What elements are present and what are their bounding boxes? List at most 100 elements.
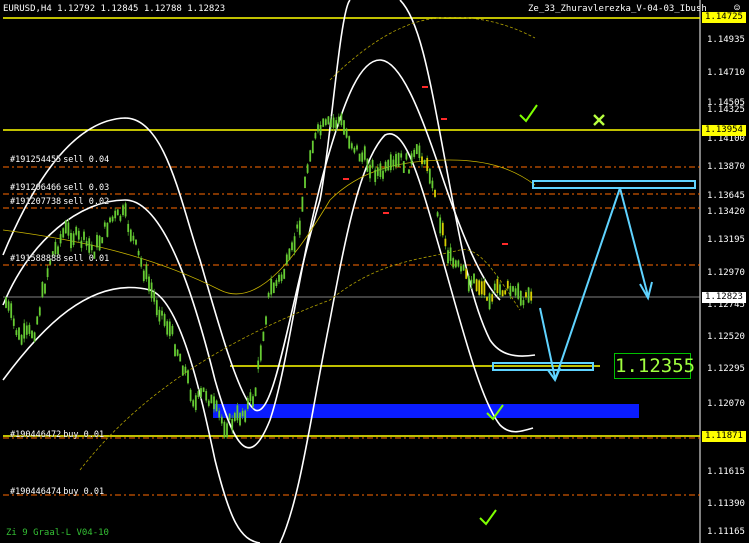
footer-label: Zi 9 Graal-L V04-10 <box>6 528 109 538</box>
candle-body <box>59 234 62 244</box>
candle-body <box>77 230 80 240</box>
candle-body <box>36 316 39 325</box>
price-plot[interactable] <box>0 0 749 543</box>
candle-body <box>181 365 184 376</box>
candle-body <box>210 394 213 404</box>
candle-body <box>275 280 278 287</box>
candle-body <box>70 232 72 249</box>
candle-body <box>184 366 187 373</box>
candle-body <box>465 268 468 279</box>
candle-body <box>415 144 418 155</box>
candle-body <box>283 268 286 279</box>
candle-body <box>155 300 158 316</box>
candle-body <box>257 360 260 370</box>
candle-body <box>38 307 41 316</box>
candle-body <box>350 143 353 149</box>
candle-body <box>434 189 436 197</box>
candle-body <box>311 140 314 154</box>
candle-body <box>127 223 130 232</box>
candle-body <box>205 391 208 401</box>
candle-body <box>314 132 317 139</box>
candle-body <box>330 119 332 128</box>
order-label[interactable]: #191206466 sell 0.03 <box>10 183 109 193</box>
candle-body <box>192 400 195 407</box>
order-label[interactable]: #190446474 buy 0.01 <box>10 487 104 497</box>
candle-body <box>428 168 431 184</box>
candle-body <box>462 264 465 271</box>
candle-body <box>246 398 249 409</box>
candle-body <box>7 301 10 311</box>
candle-body <box>20 334 23 345</box>
candle-body <box>402 161 405 173</box>
candle-body <box>426 157 429 172</box>
candle-body <box>163 314 166 326</box>
candle-body <box>207 400 210 406</box>
candle-body <box>436 212 439 217</box>
candle-body <box>31 330 33 339</box>
price-tick: 1.14935 <box>707 35 745 45</box>
price-tick: 1.14325 <box>707 105 745 115</box>
candle-body <box>470 279 473 286</box>
chart-window[interactable]: EURUSD,H4 1.12792 1.12845 1.12788 1.1282… <box>0 0 749 543</box>
candle-body <box>33 332 36 342</box>
candle-body <box>319 124 322 136</box>
candle-body <box>475 279 478 292</box>
candle-body <box>103 222 106 227</box>
candle-body <box>389 154 392 171</box>
candle-body <box>218 410 221 418</box>
candle-body <box>317 124 319 132</box>
candle-body <box>80 240 83 248</box>
candle-body <box>25 325 28 335</box>
candle-body <box>382 170 384 179</box>
candle-body <box>194 395 197 411</box>
candle-body <box>231 419 234 431</box>
candle-body <box>114 210 117 219</box>
order-id: #190446474 <box>10 487 62 497</box>
candle-body <box>116 209 119 216</box>
candle-body <box>491 294 494 302</box>
candle-body <box>249 392 252 401</box>
candle-body <box>101 237 104 244</box>
order-label[interactable]: #190446472 buy 0.01 <box>10 430 104 440</box>
indicator-name: Ze_33_Zhuravlerezka_V-04-03_Ibush <box>528 4 707 14</box>
candle-body <box>413 149 416 157</box>
candle-body <box>161 310 163 316</box>
candle-body <box>332 117 335 128</box>
price-tick: 1.14710 <box>707 68 745 78</box>
candle-body <box>88 238 91 253</box>
price-tag-current: 1.12823 <box>702 292 746 303</box>
order-label[interactable]: #191588888 sell 0.01 <box>10 254 109 264</box>
candle-body <box>265 316 267 325</box>
candle-body <box>322 118 325 127</box>
candle-body <box>431 180 434 189</box>
candle-body <box>397 152 400 167</box>
candle-body <box>109 217 111 223</box>
candle-body <box>129 229 132 242</box>
candle-body <box>228 413 231 421</box>
candle-body <box>423 159 426 165</box>
candle-body <box>288 248 291 260</box>
candle-body <box>140 258 143 267</box>
candle-body <box>15 330 18 336</box>
order-id: #191207738 <box>10 197 62 207</box>
candle-body <box>405 153 408 160</box>
candle-body <box>270 278 273 295</box>
candle-body <box>200 388 202 397</box>
candle-body <box>353 147 356 153</box>
candle-body <box>525 292 527 298</box>
candle-body <box>142 270 145 281</box>
candle-body <box>244 410 247 422</box>
candle-body <box>343 120 345 135</box>
price-tick: 1.11165 <box>707 527 745 537</box>
candle-body <box>301 196 304 212</box>
candle-body <box>189 389 192 401</box>
candle-body <box>439 217 442 234</box>
candle-body <box>504 290 507 295</box>
candle-body <box>280 274 283 282</box>
candle-body <box>506 280 509 289</box>
order-label[interactable]: #191254455 sell 0.04 <box>10 155 109 165</box>
candle-body <box>501 290 504 297</box>
order-label[interactable]: #191207738 sell 0.02 <box>10 197 109 207</box>
candle-body <box>306 164 309 173</box>
candle-body <box>278 274 280 282</box>
